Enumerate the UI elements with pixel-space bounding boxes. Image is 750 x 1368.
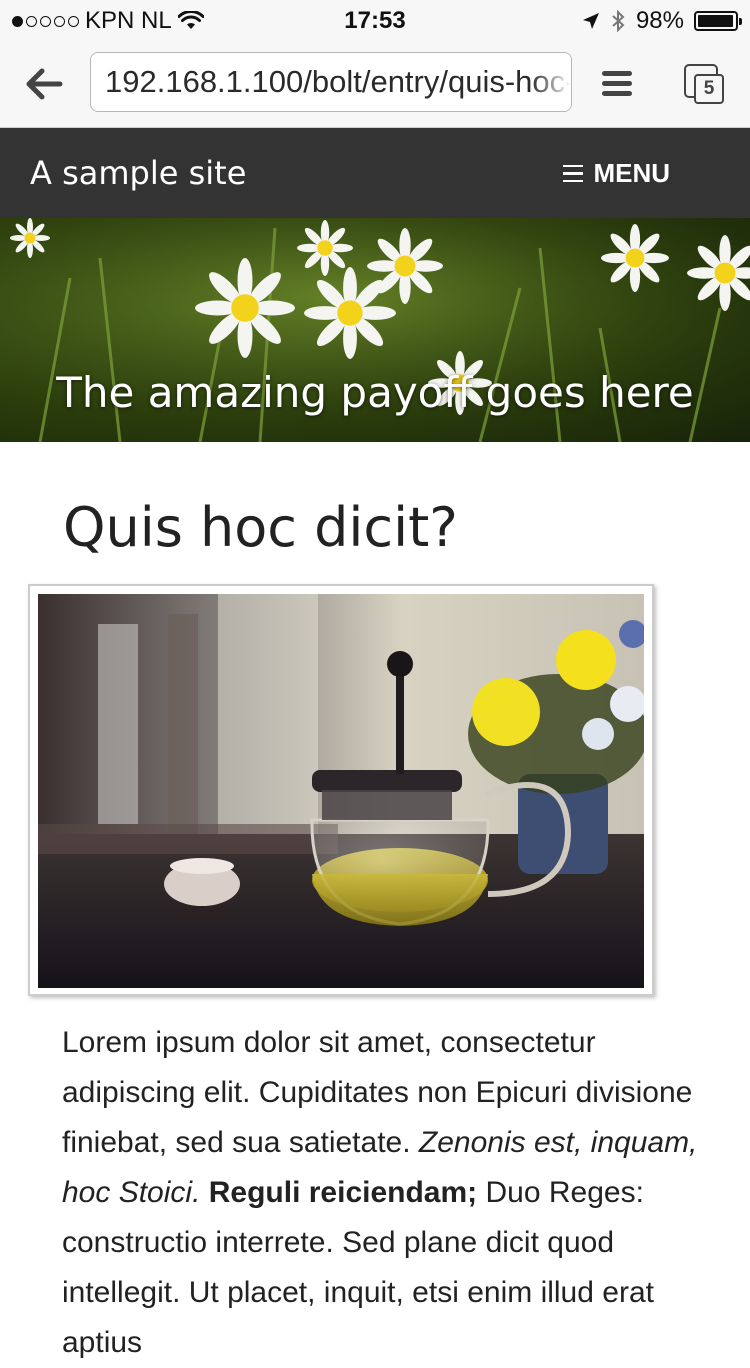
site-navbar: A sample site MENU (0, 128, 750, 218)
address-bar[interactable]: 192.168.1.100/bolt/entry/quis-hoc-dicit (90, 52, 572, 112)
battery-percent: 98% (635, 7, 684, 34)
article-title: Quis hoc dicit? (63, 496, 458, 559)
site-title[interactable]: A sample site (30, 154, 246, 192)
site-menu-button[interactable]: MENU (563, 158, 670, 189)
back-button[interactable] (22, 62, 66, 106)
tab-count: 5 (694, 74, 724, 104)
browser-toolbar: 192.168.1.100/bolt/entry/quis-hoc-dicit … (0, 40, 750, 128)
status-right: 98% (582, 7, 742, 35)
location-arrow-icon (582, 13, 599, 29)
status-bar: KPN NL 17:53 98% (0, 0, 750, 40)
menu-label: MENU (593, 158, 670, 188)
article-body-bold: Reguli reiciendam; (208, 1176, 478, 1209)
menu-icon (602, 71, 632, 96)
battery-fill (698, 15, 734, 27)
tabs-button[interactable]: 5 (680, 60, 730, 110)
battery-icon (694, 11, 742, 31)
url-fade (531, 53, 571, 111)
hamburger-icon (563, 164, 584, 183)
bluetooth-icon (612, 9, 625, 33)
article-body: Lorem ipsum dolor sit amet, consectetur … (62, 1018, 702, 1368)
back-arrow-icon (26, 68, 63, 100)
teapot-photo (38, 594, 644, 988)
url-text: 192.168.1.100/bolt/entry/quis-hoc-dicit (105, 64, 571, 99)
article-image-frame (28, 584, 654, 996)
browser-menu-button[interactable] (600, 68, 634, 100)
hero-banner: The amazing payoff goes here (0, 218, 750, 442)
hero-payoff: The amazing payoff goes here (56, 368, 694, 417)
